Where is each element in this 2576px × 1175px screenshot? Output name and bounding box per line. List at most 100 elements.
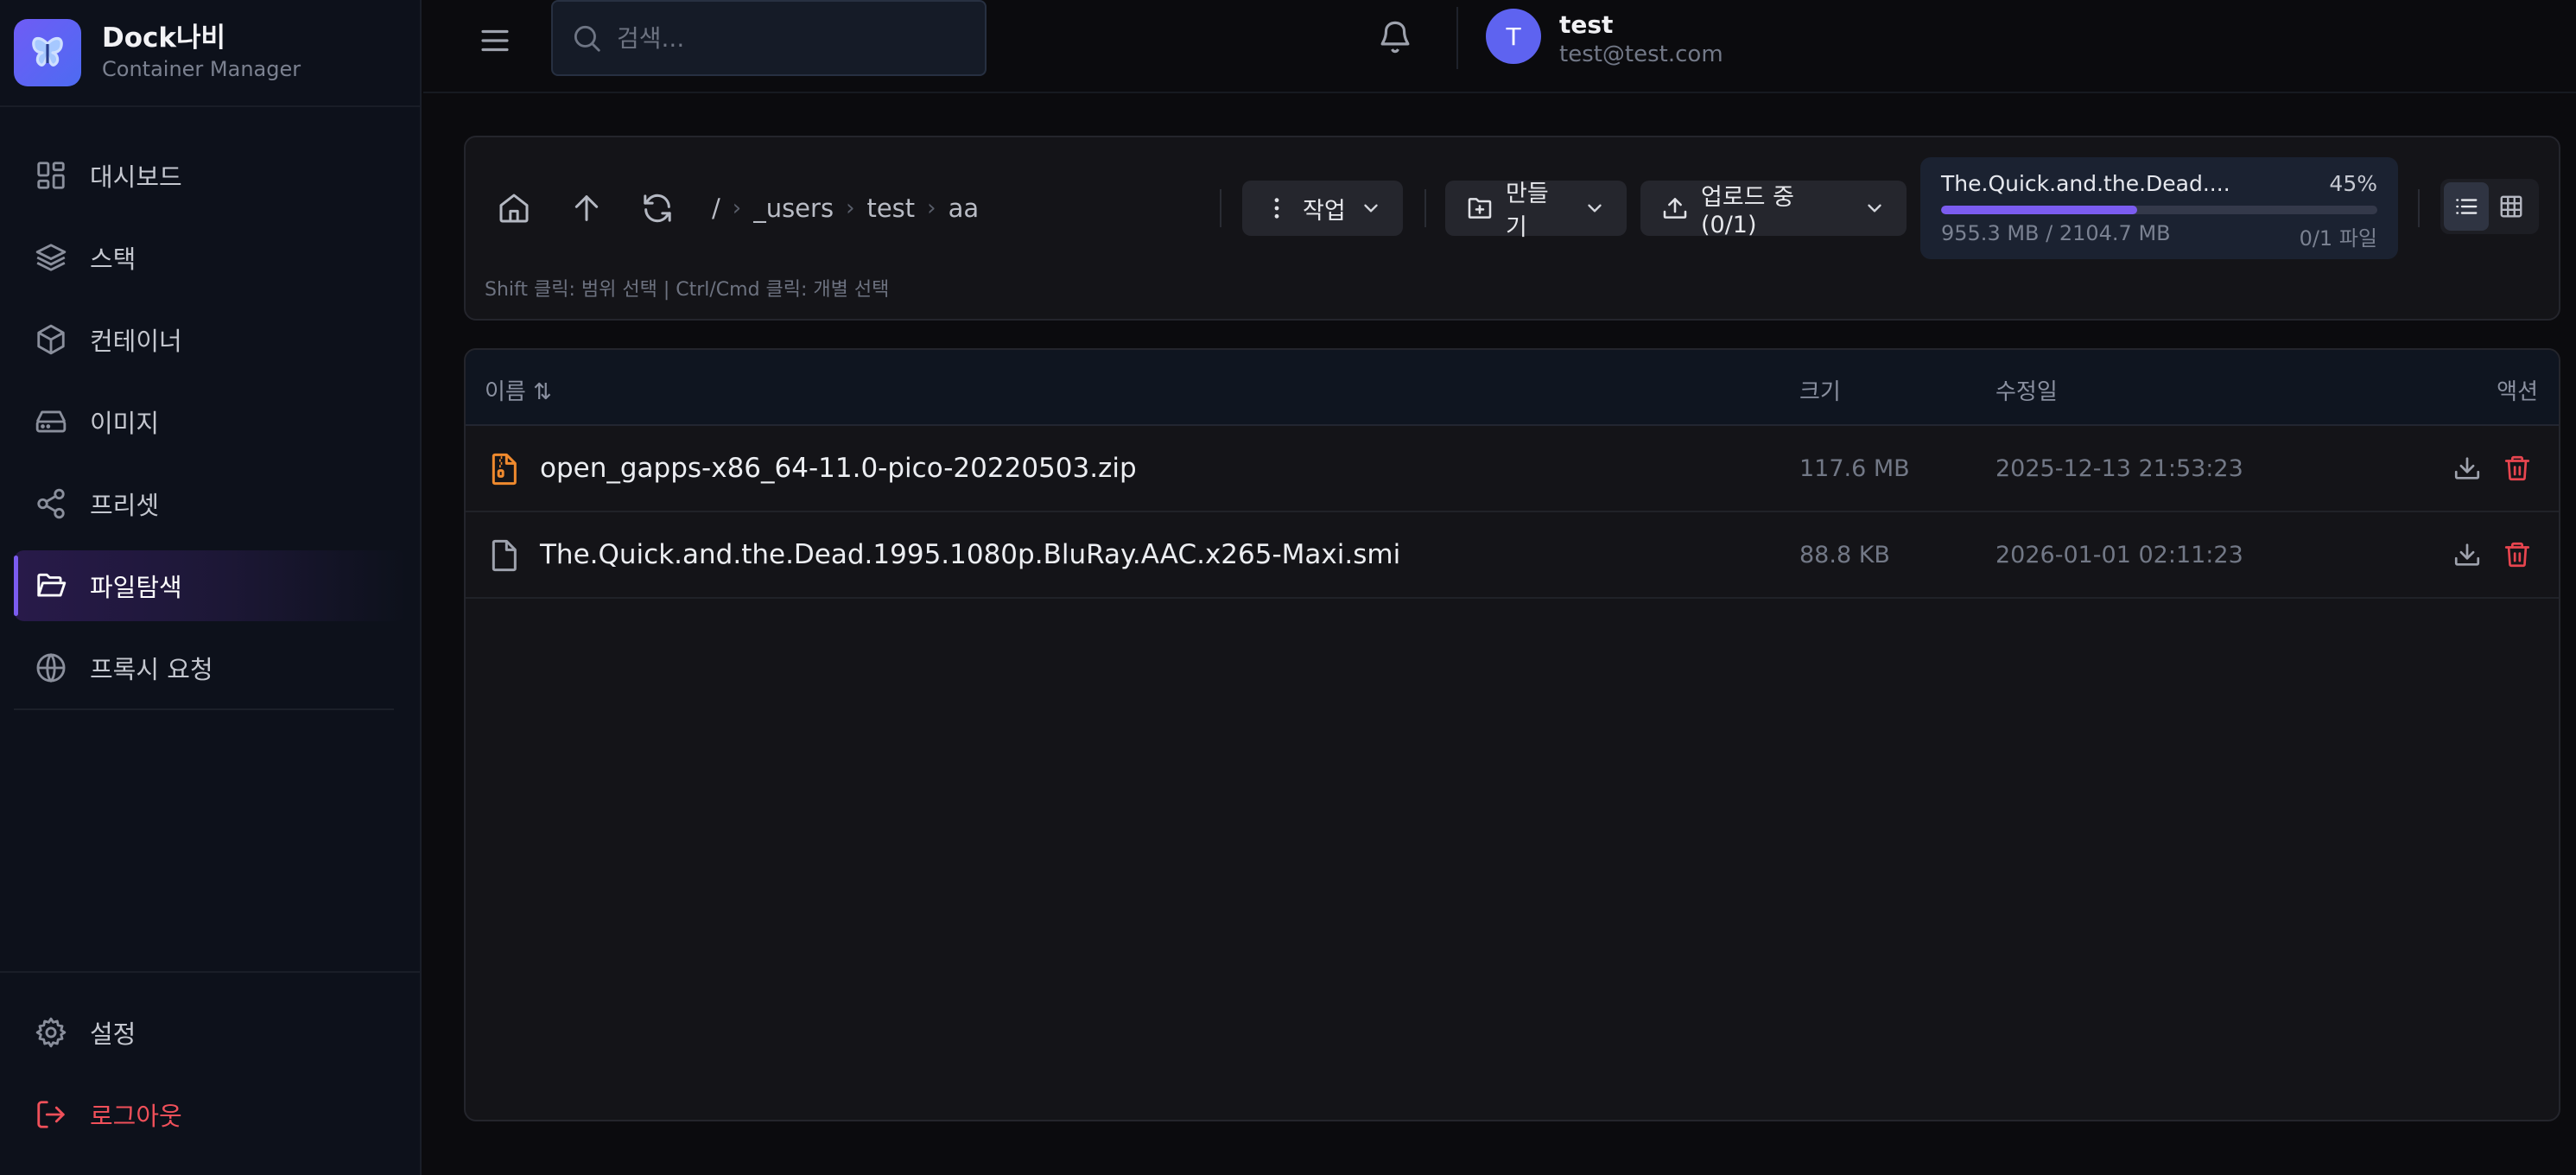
file-name: The.Quick.and.the.Dead.1995.1080p.BluRay…	[540, 539, 1401, 570]
actions-button-label: 작업	[1303, 197, 1346, 225]
grid-view-icon[interactable]	[2489, 182, 2534, 231]
more-vertical-icon	[1263, 194, 1291, 222]
breadcrumb: / › _users › test › aa	[712, 189, 979, 227]
create-button[interactable]: 만들기	[1445, 181, 1627, 241]
view-toggle	[2440, 179, 2539, 234]
search-box[interactable]	[551, 0, 987, 76]
sidebar-item-presets[interactable]: 프리셋	[14, 468, 406, 539]
file-icon	[486, 538, 521, 573]
share-icon	[35, 487, 67, 520]
folder-plus-icon	[1466, 194, 1494, 222]
table-row[interactable]: The.Quick.and.the.Dead.1995.1080p.BluRay…	[466, 512, 2559, 599]
sidebar-item-label: 프리셋	[90, 491, 160, 520]
sidebar-item-label: 설정	[90, 1019, 136, 1049]
topbar: T test test@test.com	[423, 0, 2576, 93]
sidebar-item-label: 로그아웃	[90, 1102, 182, 1131]
file-modified: 2025-12-13 21:53:23	[1995, 455, 2243, 482]
breadcrumb-users[interactable]: _users	[753, 194, 834, 223]
hard-drive-icon	[35, 405, 67, 438]
brand[interactable]: Dock나비 Container Manager	[0, 0, 420, 107]
search-icon	[570, 22, 603, 54]
chevron-down-icon	[1863, 197, 1886, 219]
sidebar-item-file-explorer[interactable]: 파일탐색	[14, 550, 406, 621]
chevron-right-icon: ›	[846, 195, 855, 221]
search-input[interactable]	[617, 23, 962, 53]
file-name: open_gapps-x86_64-11.0-pico-20220503.zip	[540, 453, 1137, 484]
table-row[interactable]: open_gapps-x86_64-11.0-pico-20220503.zip…	[466, 426, 2559, 512]
upload-size: 955.3 MB / 2104.7 MB	[1941, 221, 2171, 245]
column-header-actions: 액션	[2497, 379, 2538, 405]
sidebar: Dock나비 Container Manager 대시보드 스택 컨테이너 이미…	[0, 0, 422, 1175]
chevron-right-icon: ›	[927, 195, 936, 221]
sidebar-item-proxy-requests[interactable]: 프록시 요청	[14, 632, 406, 703]
download-icon[interactable]	[2452, 540, 2482, 569]
sidebar-bottom-nav: 설정 로그아웃	[0, 971, 420, 1161]
home-icon[interactable]	[497, 191, 531, 225]
refresh-icon[interactable]	[640, 191, 675, 225]
column-header-modified: 수정일	[1995, 379, 2058, 405]
sidebar-item-label: 파일탐색	[90, 573, 182, 602]
actions-button[interactable]: 작업	[1242, 181, 1403, 236]
column-header-name[interactable]: 이름 ⇅	[485, 374, 552, 406]
trash-icon[interactable]	[2503, 540, 2532, 569]
chevron-down-icon	[1583, 197, 1606, 219]
list-view-icon[interactable]	[2444, 182, 2489, 231]
upload-progress-bar	[1941, 206, 2377, 214]
toolbar-divider	[2418, 189, 2420, 227]
sidebar-item-stacks[interactable]: 스택	[14, 222, 406, 293]
sidebar-item-images[interactable]: 이미지	[14, 386, 406, 457]
globe-icon	[35, 651, 67, 684]
brand-subtitle: Container Manager	[102, 57, 301, 81]
breadcrumb-test[interactable]: test	[866, 194, 915, 223]
breadcrumb-root[interactable]: /	[712, 194, 720, 223]
sidebar-item-logout[interactable]: 로그아웃	[14, 1079, 406, 1150]
table-header: 이름 ⇅ 크기 수정일 액션	[466, 350, 2559, 426]
dashboard-icon	[35, 159, 67, 192]
user-name: test	[1559, 10, 1614, 39]
hamburger-menu-icon[interactable]	[477, 22, 513, 59]
selection-hint: Shift 클릭: 범위 선택 | Ctrl/Cmd 클릭: 개별 선택	[485, 279, 890, 301]
upload-file-count: 0/1 파일	[2299, 226, 2377, 251]
chevron-right-icon: ›	[732, 195, 742, 221]
file-size: 88.8 KB	[1799, 542, 1890, 568]
file-modified: 2026-01-01 02:11:23	[1995, 542, 2243, 568]
upload-percent: 45%	[2329, 171, 2377, 196]
sidebar-item-settings[interactable]: 설정	[14, 997, 406, 1068]
sidebar-divider	[14, 708, 394, 710]
gear-icon	[35, 1016, 67, 1049]
sidebar-item-label: 이미지	[90, 409, 160, 438]
column-header-size: 크기	[1799, 379, 1841, 405]
layers-icon	[35, 241, 67, 274]
arrow-up-icon[interactable]	[569, 191, 604, 225]
brand-name: Dock나비	[102, 22, 226, 54]
avatar[interactable]: T	[1486, 9, 1541, 64]
upload-progress-card[interactable]: The.Quick.and.the.Dead.... 45% 955.3 MB …	[1920, 157, 2398, 259]
zip-file-icon	[486, 452, 521, 486]
sidebar-item-label: 프록시 요청	[90, 655, 213, 684]
sidebar-item-label: 스택	[90, 245, 136, 274]
chevron-down-icon	[1360, 197, 1382, 219]
upload-file-name: The.Quick.and.the.Dead....	[1941, 171, 2230, 196]
topbar-divider	[1456, 7, 1458, 69]
toolbar-divider	[1220, 189, 1221, 227]
upload-button[interactable]: 업로드 중 (0/1)	[1640, 181, 1907, 238]
butterfly-logo-icon	[14, 19, 81, 86]
toolbar-divider	[1424, 189, 1426, 227]
upload-icon	[1661, 194, 1689, 222]
app: Dock나비 Container Manager 대시보드 스택 컨테이너 이미…	[0, 0, 2576, 1175]
file-toolbar: / › _users › test › aa 작업 만들기 업로드 중 (0/1…	[464, 136, 2560, 321]
trash-icon[interactable]	[2503, 454, 2532, 483]
sidebar-item-label: 대시보드	[90, 162, 182, 192]
folder-open-icon	[35, 569, 67, 602]
upload-button-label: 업로드 중 (0/1)	[1701, 184, 1794, 238]
user-email: test@test.com	[1559, 41, 1723, 67]
download-icon[interactable]	[2452, 454, 2482, 483]
breadcrumb-aa[interactable]: aa	[949, 194, 980, 223]
file-size: 117.6 MB	[1799, 455, 1910, 482]
upload-progress-fill	[1941, 206, 2138, 214]
sidebar-item-containers[interactable]: 컨테이너	[14, 304, 406, 375]
box-icon	[35, 323, 67, 356]
sidebar-item-dashboard[interactable]: 대시보드	[14, 140, 406, 211]
file-table: 이름 ⇅ 크기 수정일 액션 open_gapps-x86_64-11.0-pi…	[464, 348, 2560, 1121]
bell-icon[interactable]	[1377, 19, 1413, 55]
